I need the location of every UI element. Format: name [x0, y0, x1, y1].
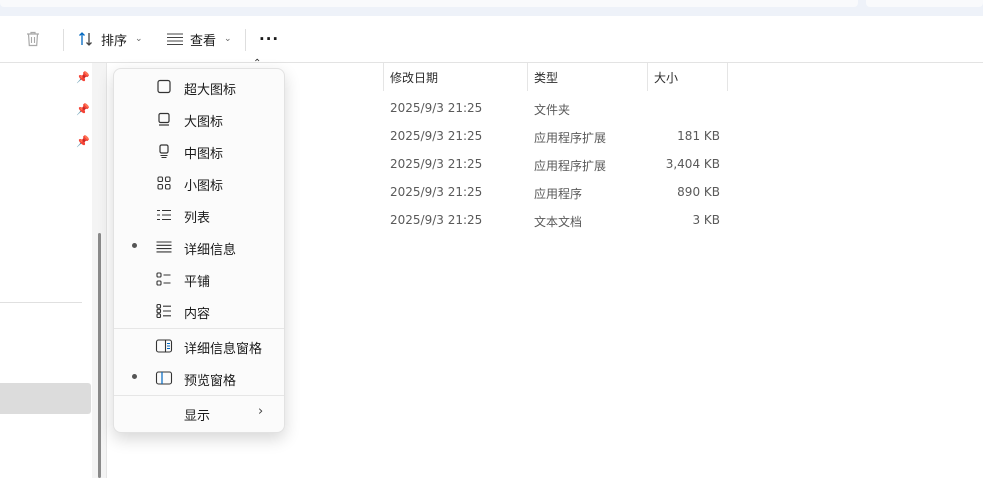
file-type: 应用程序 [534, 187, 583, 201]
column-header-type-label: 类型 [534, 70, 559, 85]
menu-item-label: 预览窗格 [184, 374, 237, 389]
menu-item-label: 平铺 [184, 275, 211, 290]
menu-item-label: 列表 [184, 211, 211, 226]
menu-item-label: 内容 [184, 307, 211, 322]
list-icon [157, 209, 171, 221]
column-header-size[interactable]: 大小 [654, 63, 678, 91]
menu-item-preview-pane[interactable]: 预览窗格 [114, 363, 284, 393]
pin-icon[interactable]: 📌 [76, 103, 90, 116]
search-bar[interactable] [866, 0, 983, 7]
pin-icon[interactable]: 📌 [76, 135, 90, 148]
column-divider[interactable] [727, 63, 728, 91]
more-options-button[interactable]: ··· [259, 16, 279, 62]
column-divider[interactable] [647, 63, 648, 91]
large-icons-icon [158, 112, 170, 126]
file-type: 应用程序扩展 [534, 131, 607, 145]
file-size: 890 KB [677, 185, 720, 199]
column-header-date[interactable]: 修改日期 [390, 63, 438, 91]
file-size: 3,404 KB [665, 157, 720, 171]
nav-scroll-thumb[interactable] [98, 233, 101, 478]
file-date: 2025/9/3 21:25 [390, 129, 483, 143]
menu-item-extra-large-icons[interactable]: 超大图标 [114, 72, 284, 102]
small-icons-icon [157, 176, 171, 190]
file-type: 文本文档 [534, 215, 583, 229]
menu-divider [114, 328, 284, 329]
menu-divider [114, 395, 284, 396]
chevron-right-icon: › [258, 404, 264, 419]
navigation-pane: 📌 📌 📌 [0, 63, 92, 478]
view-menu: 超大图标 大图标 中图标 小图标 列表 详细信息 平铺 内容 详细信息窗格 预览… [113, 68, 285, 433]
extra-large-icons-icon [157, 79, 171, 94]
column-divider[interactable] [383, 63, 384, 91]
menu-item-label: 小图标 [184, 179, 224, 194]
sort-button[interactable]: 排序 ⌄ [77, 16, 143, 62]
command-bar: 排序 ⌄ 查看 ⌄ ··· [0, 16, 983, 63]
sort-label: 排序 [101, 33, 128, 49]
column-divider[interactable] [527, 63, 528, 91]
file-date: 2025/9/3 21:25 [390, 101, 483, 115]
menu-item-label: 详细信息 [184, 243, 237, 258]
selected-indicator [132, 374, 137, 379]
nav-item-selected[interactable] [0, 383, 91, 414]
selected-indicator [132, 243, 137, 248]
menu-item-small-icons[interactable]: 小图标 [114, 168, 284, 198]
menu-item-list[interactable]: 列表 [114, 200, 284, 230]
delete-button[interactable] [24, 16, 42, 62]
tiles-icon [156, 272, 171, 286]
file-size: 3 KB [692, 213, 720, 227]
preview-pane-icon [155, 371, 173, 385]
column-header-type[interactable]: 类型 [534, 63, 558, 91]
menu-item-large-icons[interactable]: 大图标 [114, 104, 284, 134]
menu-item-label: 详细信息窗格 [184, 342, 263, 357]
view-button[interactable]: 查看 ⌄ [166, 16, 232, 62]
column-header-date-label: 修改日期 [390, 70, 439, 85]
pin-icon[interactable]: 📌 [76, 71, 90, 84]
content-icon [156, 303, 171, 319]
details-pane-icon [155, 339, 173, 353]
chevron-down-icon: ⌄ [224, 34, 232, 44]
menu-item-label: 显示 [184, 409, 211, 424]
menu-item-label: 大图标 [184, 115, 224, 130]
address-bar[interactable] [0, 0, 858, 7]
nav-divider [0, 302, 82, 303]
menu-item-label: 超大图标 [184, 83, 237, 98]
trash-icon [27, 31, 39, 47]
menu-item-label: 中图标 [184, 147, 224, 162]
file-date: 2025/9/3 21:25 [390, 213, 483, 227]
menu-item-tiles[interactable]: 平铺 [114, 264, 284, 294]
details-icon [156, 241, 172, 253]
toolbar-divider [245, 29, 246, 51]
sort-icon [79, 32, 92, 46]
view-label: 查看 [190, 33, 217, 49]
file-size: 181 KB [677, 129, 720, 143]
menu-item-show[interactable]: 显示 › [114, 398, 284, 428]
menu-item-medium-icons[interactable]: 中图标 [114, 136, 284, 166]
file-type: 应用程序扩展 [534, 159, 607, 173]
menu-item-content[interactable]: 内容 [114, 296, 284, 326]
menu-item-details[interactable]: 详细信息 [114, 232, 284, 262]
medium-icons-icon [159, 144, 169, 159]
chevron-down-icon: ⌄ [135, 34, 143, 44]
more-icon: ··· [259, 30, 280, 48]
column-header-size-label: 大小 [654, 70, 679, 85]
view-icon [167, 33, 183, 46]
file-type: 文件夹 [534, 103, 571, 117]
menu-item-details-pane[interactable]: 详细信息窗格 [114, 331, 284, 361]
toolbar-divider [63, 29, 64, 51]
address-bar-strip [0, 0, 983, 16]
file-date: 2025/9/3 21:25 [390, 157, 483, 171]
file-date: 2025/9/3 21:25 [390, 185, 483, 199]
